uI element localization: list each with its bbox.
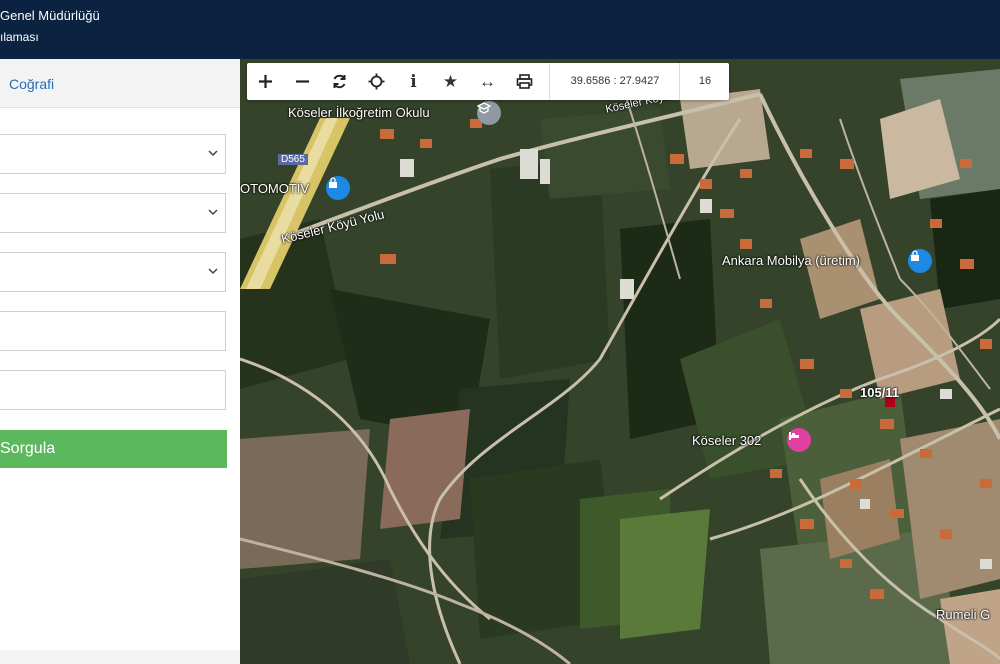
sidebar-footer <box>0 650 240 664</box>
zoom-level-readout: 16 <box>679 63 730 100</box>
chevron-down-icon <box>208 209 218 216</box>
select-field-2[interactable] <box>0 193 226 233</box>
measure-arrows-icon: ↔ <box>479 71 496 91</box>
map-label-school: Köseler İlkoğretim Okulu <box>288 105 430 120</box>
plus-icon <box>259 75 272 88</box>
select-field-3[interactable] <box>0 252 226 292</box>
refresh-button[interactable] <box>321 63 358 100</box>
zoom-out-button[interactable] <box>284 63 321 100</box>
graduation-cap-icon <box>477 102 491 114</box>
info-button[interactable]: i <box>395 63 432 100</box>
map-label-otomotiv: OTOMOTİV <box>240 181 310 196</box>
header-title: Genel Müdürlüğü <box>0 8 100 23</box>
locate-button[interactable] <box>358 63 395 100</box>
satellite-imagery <box>240 59 1000 664</box>
map-label-parcel[interactable]: 105/11 <box>860 385 899 400</box>
map-label-rumeli: Rumeli G <box>936 607 991 622</box>
otomotiv-pin-icon[interactable] <box>326 176 350 200</box>
favorite-button[interactable]: ★ <box>432 63 469 100</box>
zoom-in-button[interactable] <box>247 63 284 100</box>
mobilya-pin-icon[interactable] <box>908 249 932 273</box>
measure-button[interactable]: ↔ <box>469 63 506 100</box>
chevron-down-icon <box>208 150 218 157</box>
print-button[interactable] <box>506 63 543 100</box>
header-subtitle: ılaması <box>0 30 39 44</box>
input-field-1[interactable] <box>0 311 226 351</box>
coordinates-readout: 39.6586 : 27.9427 <box>549 63 680 100</box>
sidebar-panel: Coğrafi Sorgula <box>0 59 240 664</box>
map-label-mobilya: Ankara Mobilya (üretim) <box>722 253 860 268</box>
map-label-koseler302: Köseler 302 <box>692 433 762 448</box>
star-icon: ★ <box>442 71 459 91</box>
refresh-icon <box>333 74 346 89</box>
bed-icon <box>789 432 799 440</box>
tab-bar: Coğrafi <box>0 59 240 108</box>
app-header: Genel Müdürlüğü ılaması <box>0 0 1000 59</box>
select-field-1[interactable] <box>0 134 226 174</box>
printer-icon <box>516 74 533 89</box>
tab-cografi[interactable]: Coğrafi <box>9 76 54 92</box>
koseler302-pin-icon[interactable] <box>787 428 811 452</box>
crosshair-icon <box>368 73 385 90</box>
shopping-bag-icon <box>329 177 337 188</box>
chevron-down-icon <box>208 268 218 275</box>
input-field-2[interactable] <box>0 370 226 410</box>
minus-icon <box>296 80 309 83</box>
query-button[interactable]: Sorgula <box>0 430 227 468</box>
map-toolbar: i ★ ↔ 39.6586 : 27.9427 16 <box>247 63 729 100</box>
info-icon: i <box>410 71 417 92</box>
map-view[interactable]: Köseler İlkoğretim Okulu Köseler Köyü D5… <box>240 59 1000 664</box>
school-pin-icon[interactable] <box>477 101 501 125</box>
map-label-road-d565: D565 <box>278 154 308 165</box>
shopping-bag-icon <box>911 250 919 261</box>
